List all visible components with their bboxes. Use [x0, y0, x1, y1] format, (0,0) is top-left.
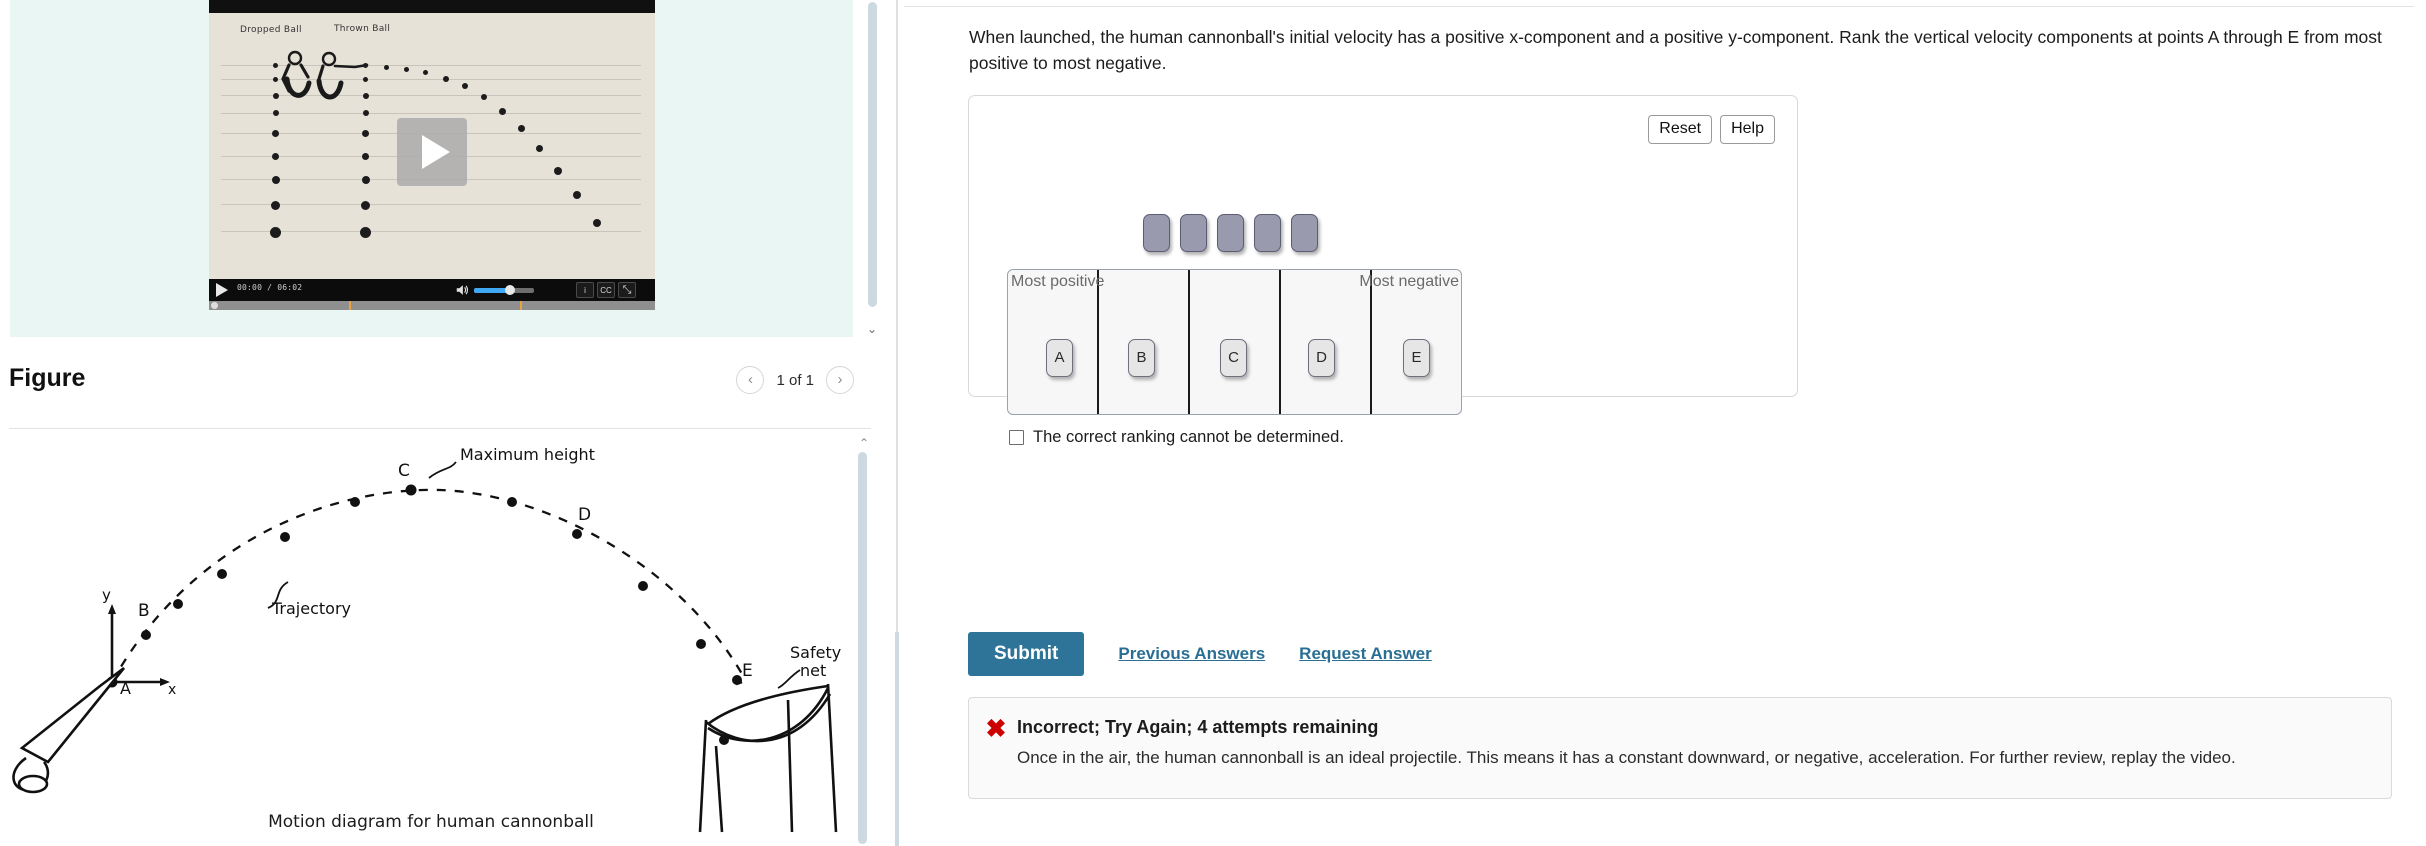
ranking-bins: Most positive A B C D Most negative E — [1007, 269, 1462, 415]
video-frame: Dropped Ball Thrown Ball — [209, 13, 655, 279]
seek-handle[interactable] — [211, 302, 218, 309]
submit-button[interactable]: Submit — [968, 632, 1085, 676]
answer-tile-a[interactable]: A — [1046, 339, 1073, 377]
volume-slider-knob[interactable] — [505, 285, 515, 295]
tile-bank — [1143, 214, 1318, 252]
seek-chapter-mark — [349, 301, 351, 310]
answer-card: Reset Help Most positive A B C D Most ne… — [968, 95, 1798, 446]
bin-label-most-positive: Most positive — [1011, 273, 1105, 290]
incorrect-x-icon: ✖ — [985, 715, 1007, 743]
point-b-label: B — [138, 601, 150, 621]
figure-body: Maximum height Trajectory Safety net A B… — [0, 432, 880, 846]
question-text: When launched, the human cannonball's in… — [969, 27, 2382, 73]
cannot-determine-label: The correct ranking cannot be determined… — [1033, 428, 1344, 446]
volume-icon[interactable] — [455, 283, 469, 297]
feedback-body: Once in the air, the human cannonball is… — [1017, 748, 2236, 767]
figure-pager: ‹ 1 of 1 › — [736, 366, 854, 394]
motion-diagram: Maximum height Trajectory Safety net A B… — [12, 445, 841, 833]
help-button[interactable]: Help — [1720, 115, 1775, 144]
video-controls: 00:00 / 06:02 i CC ⤡ — [209, 279, 655, 310]
point-a-label: A — [120, 679, 131, 698]
bank-tile[interactable] — [1291, 214, 1318, 252]
ranking-bin[interactable]: C — [1190, 270, 1281, 414]
info-icon[interactable]: i — [576, 282, 594, 298]
y-axis-label: y — [102, 586, 111, 604]
figure-title: Figure — [9, 364, 86, 392]
feedback-title: Incorrect; Try Again; 4 attempts remaini… — [1017, 717, 1379, 737]
bank-tile[interactable] — [1217, 214, 1244, 252]
x-axis-label: x — [168, 682, 176, 698]
point-d-label: D — [578, 505, 591, 525]
ranking-bin[interactable]: B — [1099, 270, 1190, 414]
video-player[interactable]: Dropped Ball Thrown Ball 00:00 / 06:02 i… — [209, 0, 655, 310]
answer-tile-d[interactable]: D — [1308, 339, 1335, 377]
ranking-bin[interactable]: D — [1281, 270, 1372, 414]
ranking-bin[interactable]: Most negative E — [1359, 270, 1461, 414]
video-panel: Dropped Ball Thrown Ball 00:00 / 06:02 i… — [10, 0, 853, 337]
max-height-label: Maximum height — [460, 445, 595, 464]
closed-captions-icon[interactable]: CC — [597, 282, 615, 298]
bank-tile[interactable] — [1254, 214, 1281, 252]
figure-next-button[interactable]: › — [826, 366, 854, 394]
trajectory-label: Trajectory — [271, 599, 351, 618]
figure-prev-button[interactable]: ‹ — [736, 366, 765, 394]
point-c-label: C — [398, 461, 410, 481]
play-button[interactable] — [216, 283, 228, 297]
action-row: Submit Previous Answers Request Answer — [968, 632, 1432, 676]
video-scrollbar-thumb[interactable] — [868, 2, 877, 307]
answer-tile-e[interactable]: E — [1403, 339, 1430, 377]
bank-tile[interactable] — [1180, 214, 1207, 252]
answer-tile-b[interactable]: B — [1128, 339, 1155, 377]
figure-caption: Motion diagram for human cannonball — [268, 812, 594, 832]
request-answer-link[interactable]: Request Answer — [1299, 644, 1432, 664]
video-timestamp: 00:00 / 06:02 — [237, 283, 303, 292]
cannot-determine-row: The correct ranking cannot be determined… — [1009, 428, 1344, 447]
exercise-page: Dropped Ball Thrown Ball 00:00 / 06:02 i… — [0, 0, 2426, 846]
figure-header: Figure ‹ 1 of 1 › — [0, 352, 880, 414]
play-overlay-button[interactable] — [397, 118, 467, 186]
safety-net-label-2: net — [800, 661, 826, 680]
top-divider — [904, 6, 2414, 7]
bank-tile[interactable] — [1143, 214, 1170, 252]
feedback-banner: ✖ Incorrect; Try Again; 4 attempts remai… — [968, 697, 2392, 799]
figure-scrollbar-thumb[interactable] — [858, 452, 867, 844]
bin-label-most-negative: Most negative — [1359, 273, 1459, 290]
safety-net-label-1: Safety — [790, 643, 841, 662]
video-scrollbar-track[interactable] — [876, 0, 888, 315]
video-seek-bar[interactable] — [209, 301, 655, 310]
left-panel: Dropped Ball Thrown Ball 00:00 / 06:02 i… — [0, 0, 904, 846]
reset-button[interactable]: Reset — [1648, 115, 1713, 144]
play-icon — [422, 135, 450, 169]
figure-counter: 1 of 1 — [776, 371, 814, 389]
fullscreen-icon[interactable]: ⤡ — [618, 282, 636, 298]
cannot-determine-checkbox[interactable] — [1009, 430, 1024, 445]
answer-tile-c[interactable]: C — [1220, 339, 1247, 377]
figure-divider — [9, 428, 871, 429]
ranking-bin[interactable]: Most positive A — [1008, 270, 1104, 414]
chevron-down-icon[interactable]: ⌄ — [864, 322, 880, 336]
video-top-bar — [209, 0, 655, 13]
chevron-up-icon[interactable]: ⌃ — [856, 436, 872, 450]
previous-answers-link[interactable]: Previous Answers — [1118, 644, 1265, 664]
card-button-group: Reset Help — [1648, 115, 1775, 144]
seek-chapter-mark — [520, 301, 522, 310]
point-e-label: E — [742, 661, 753, 681]
panel-splitter-handle[interactable] — [895, 632, 899, 846]
right-panel: When launched, the human cannonball's in… — [904, 0, 2426, 846]
